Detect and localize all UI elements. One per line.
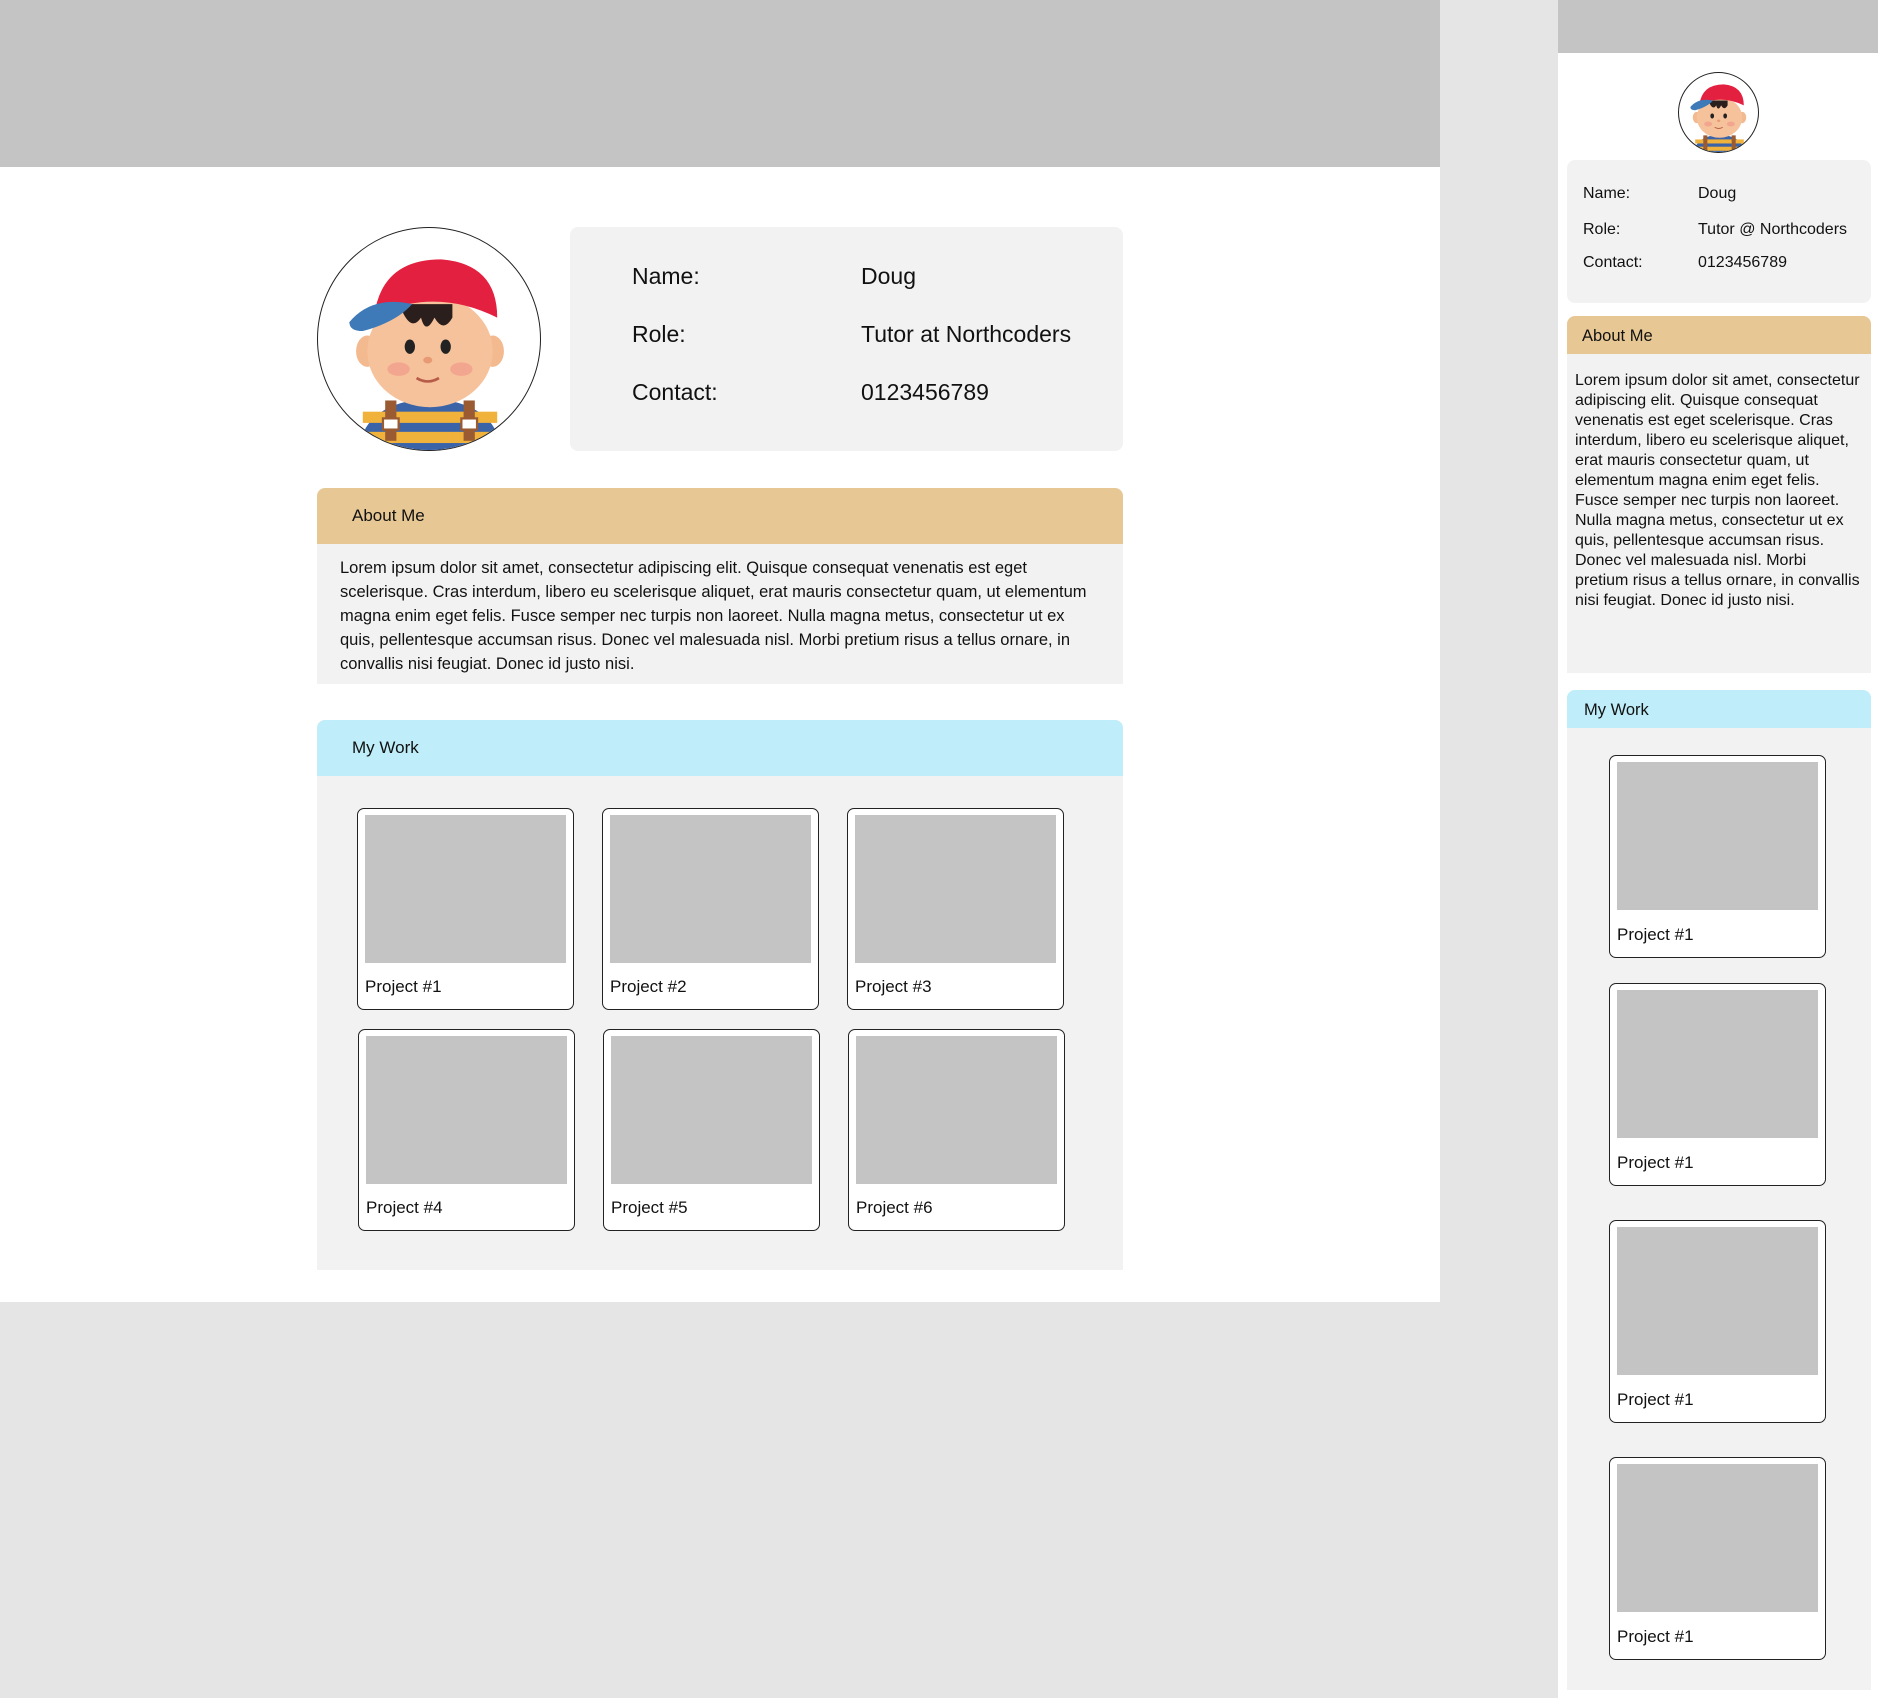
project-card-5[interactable]: Project #5 (603, 1029, 820, 1231)
role-value: Tutor @ Northcoders (1698, 221, 1848, 238)
project-thumbnail (611, 1036, 812, 1184)
project-title: Project #6 (856, 1198, 933, 1217)
project-title: Project #1 (1617, 1390, 1694, 1409)
project-card-6[interactable]: Project #6 (848, 1029, 1065, 1231)
project-title: Project #1 (1617, 1153, 1694, 1172)
mobile-project-card-1[interactable]: Project #1 (1609, 755, 1826, 958)
avatar-icon (1690, 84, 1747, 152)
mobile-project-card-3[interactable]: Project #1 (1609, 1220, 1826, 1423)
project-title: Project #1 (1617, 925, 1694, 944)
mobile-frame: Name: Doug Role: Tutor @ Northcoders Con… (1558, 0, 1878, 1698)
project-card-1[interactable]: Project #1 (357, 808, 574, 1010)
about-me-text: Lorem ipsum dolor sit amet, consectetur … (340, 559, 1087, 673)
mobile-my-work-section: My Work Project #1 Project #1 Project #1… (1567, 690, 1871, 1690)
about-me-text: Lorem ipsum dolor sit amet, consectetur … (1575, 372, 1860, 609)
mobile-header-banner (1558, 0, 1878, 53)
project-title: Project #2 (610, 977, 687, 996)
avatar-icon (349, 259, 504, 450)
role-label: Role: (632, 321, 686, 347)
my-work-heading: My Work (1567, 690, 1871, 728)
mobile-about-me-section: About Me Lorem ipsum dolor sit amet, con… (1567, 316, 1871, 673)
project-card-3[interactable]: Project #3 (847, 808, 1064, 1010)
contact-value: 0123456789 (861, 379, 989, 405)
my-work-heading: My Work (317, 720, 1123, 776)
project-card-2[interactable]: Project #2 (602, 808, 819, 1010)
project-thumbnail (1617, 762, 1818, 910)
project-thumbnail (365, 815, 566, 963)
project-thumbnail (610, 815, 811, 963)
project-thumbnail (855, 815, 1056, 963)
about-me-section: About Me Lorem ipsum dolor sit amet, con… (317, 488, 1123, 684)
profile-info-card: Name: Doug Role: Tutor at Northcoders Co… (570, 227, 1123, 451)
contact-label: Contact: (632, 379, 718, 405)
contact-value: 0123456789 (1698, 254, 1787, 271)
project-card-4[interactable]: Project #4 (358, 1029, 575, 1231)
about-me-heading: About Me (1567, 316, 1871, 354)
header-banner (0, 0, 1440, 167)
project-title: Project #5 (611, 1198, 688, 1217)
about-me-heading: About Me (317, 488, 1123, 544)
mobile-project-card-2[interactable]: Project #1 (1609, 983, 1826, 1186)
role-label: Role: (1583, 221, 1621, 238)
name-value: Doug (861, 263, 916, 289)
project-thumbnail (1617, 1464, 1818, 1612)
project-thumbnail (366, 1036, 567, 1184)
project-title: Project #1 (365, 977, 442, 996)
desktop-frame: Name: Doug Role: Tutor at Northcoders Co… (0, 0, 1440, 1302)
role-value: Tutor at Northcoders (861, 321, 1072, 347)
name-label: Name: (1583, 185, 1631, 202)
avatar (317, 227, 541, 451)
project-title: Project #3 (855, 977, 932, 996)
name-value: Doug (1698, 185, 1737, 202)
contact-label: Contact: (1583, 254, 1643, 271)
project-thumbnail (1617, 1227, 1818, 1375)
name-label: Name: (632, 263, 700, 289)
mobile-project-card-4[interactable]: Project #1 (1609, 1457, 1826, 1660)
project-thumbnail (856, 1036, 1057, 1184)
mobile-avatar (1678, 72, 1759, 153)
project-title: Project #1 (1617, 1627, 1694, 1646)
project-title: Project #4 (366, 1198, 443, 1217)
project-thumbnail (1617, 990, 1818, 1138)
mobile-profile-info-card: Name: Doug Role: Tutor @ Northcoders Con… (1567, 160, 1871, 303)
my-work-section: My Work Project #1 Project #2 Project #3… (317, 720, 1123, 1270)
